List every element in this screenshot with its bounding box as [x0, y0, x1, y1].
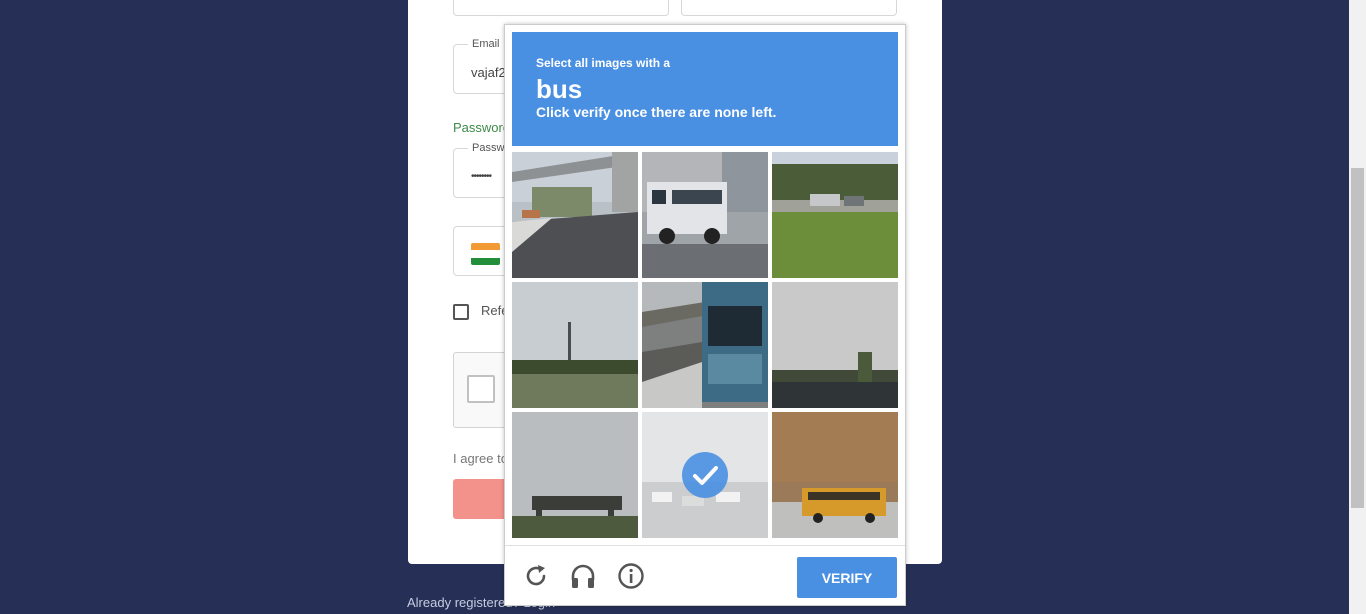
email-value: vajaf2	[471, 65, 506, 80]
first-name-field[interactable]	[453, 0, 669, 16]
info-icon[interactable]	[617, 562, 645, 590]
tile-pole-sky[interactable]	[512, 282, 638, 408]
last-name-field[interactable]	[681, 0, 897, 16]
selected-check-icon	[682, 452, 728, 498]
tile-overpass-road[interactable]	[512, 152, 638, 278]
tile-trucks-grass[interactable]	[772, 152, 898, 278]
tile-trees-sky[interactable]	[772, 282, 898, 408]
captcha-challenge: Select all images with a bus Click verif…	[504, 24, 906, 606]
challenge-subtext: Click verify once there are none left.	[536, 104, 777, 120]
headphones-icon[interactable]	[569, 562, 597, 590]
reload-icon[interactable]	[522, 562, 550, 590]
challenge-instruction: Select all images with a	[536, 56, 671, 70]
password-hint: Passworc	[453, 120, 510, 135]
tile-bus-station[interactable]	[642, 282, 768, 408]
agree-text: I agree to	[453, 451, 508, 466]
referral-checkbox[interactable]	[453, 304, 469, 320]
recaptcha-checkbox[interactable]	[467, 375, 495, 403]
page-scrollbar[interactable]	[1349, 0, 1366, 614]
tile-school-bus[interactable]	[772, 412, 898, 538]
scrollbar-thumb[interactable]	[1351, 168, 1364, 508]
email-label: Email	[468, 38, 504, 50]
tile-bridge[interactable]	[512, 412, 638, 538]
challenge-header: Select all images with a bus Click verif…	[512, 32, 898, 146]
challenge-footer: VERIFY	[505, 545, 905, 606]
challenge-target: bus	[536, 74, 583, 104]
password-value: ••••••••	[471, 171, 492, 182]
tile-white-bus[interactable]	[642, 152, 768, 278]
india-flag-icon[interactable]	[471, 243, 500, 265]
image-grid	[512, 152, 898, 538]
verify-button[interactable]: VERIFY	[797, 557, 897, 598]
